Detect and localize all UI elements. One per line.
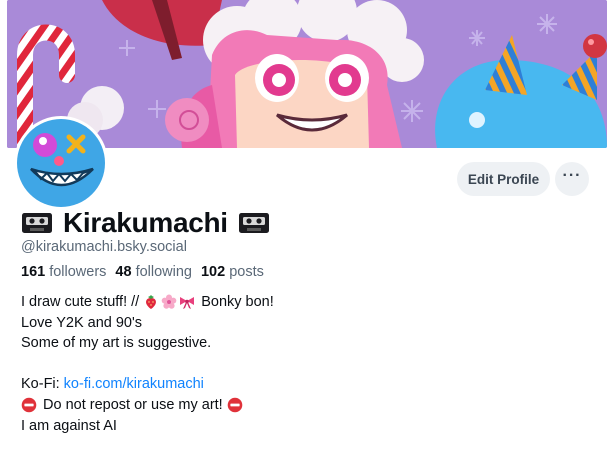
no-entry-icon <box>21 397 37 413</box>
ribbon-icon <box>180 297 195 310</box>
videocassette-icon <box>238 213 269 233</box>
following-count: 48 <box>115 264 132 280</box>
strawberry-icon <box>146 295 157 310</box>
edit-profile-button[interactable]: Edit Profile <box>457 162 550 196</box>
bio-text: Do not repost or use my art! <box>43 396 223 413</box>
display-name: Kirakumachi <box>63 207 228 238</box>
display-name-row: Kirakumachi <box>21 206 270 240</box>
followers-label: followers <box>49 264 107 280</box>
following-label: following <box>135 264 192 280</box>
bio-text: I draw cute stuff! // <box>21 294 140 310</box>
profile-page: Edit Profile ··· Kirakumachi @kirakumach… <box>0 0 613 452</box>
following-link[interactable]: 48 following <box>115 264 192 280</box>
bio-line: Ko-Fi: ko-fi.com/kirakumachi <box>21 374 591 395</box>
posts-label: posts <box>229 264 264 280</box>
followers-link[interactable]: 161 followers <box>21 264 106 280</box>
bio-line: Love Y2K and 90's <box>21 314 143 331</box>
posts-count: 102 <box>200 264 226 280</box>
ellipsis-icon: ··· <box>562 167 582 184</box>
bio-line: Some of my art is suggestive. <box>21 335 212 352</box>
bio-line: Do not repost or use my art! <box>21 395 591 416</box>
bio-text: Bonky bon! <box>201 294 274 310</box>
followers-count: 161 <box>21 264 46 280</box>
bio-line: I am against AI <box>21 417 117 434</box>
bio-line: I draw cute stuff! // Bonky bon! <box>21 292 591 313</box>
profile-handle: @kirakumachi.bsky.social <box>21 239 187 255</box>
kofi-link[interactable]: ko-fi.com/kirakumachi <box>64 374 204 395</box>
profile-bio: I draw cute stuff! // Bonky bon! Love Y2… <box>21 292 591 436</box>
more-options-button[interactable]: ··· <box>555 162 589 196</box>
no-entry-icon <box>227 397 243 413</box>
avatar[interactable] <box>14 116 108 210</box>
cherry-blossom-icon <box>161 294 177 310</box>
videocassette-icon <box>22 213 52 233</box>
kofi-label: Ko-Fi: <box>21 376 60 393</box>
posts-stat: 102 posts <box>201 264 264 280</box>
profile-stats: 161 followers 48 following 102 posts <box>21 264 273 280</box>
